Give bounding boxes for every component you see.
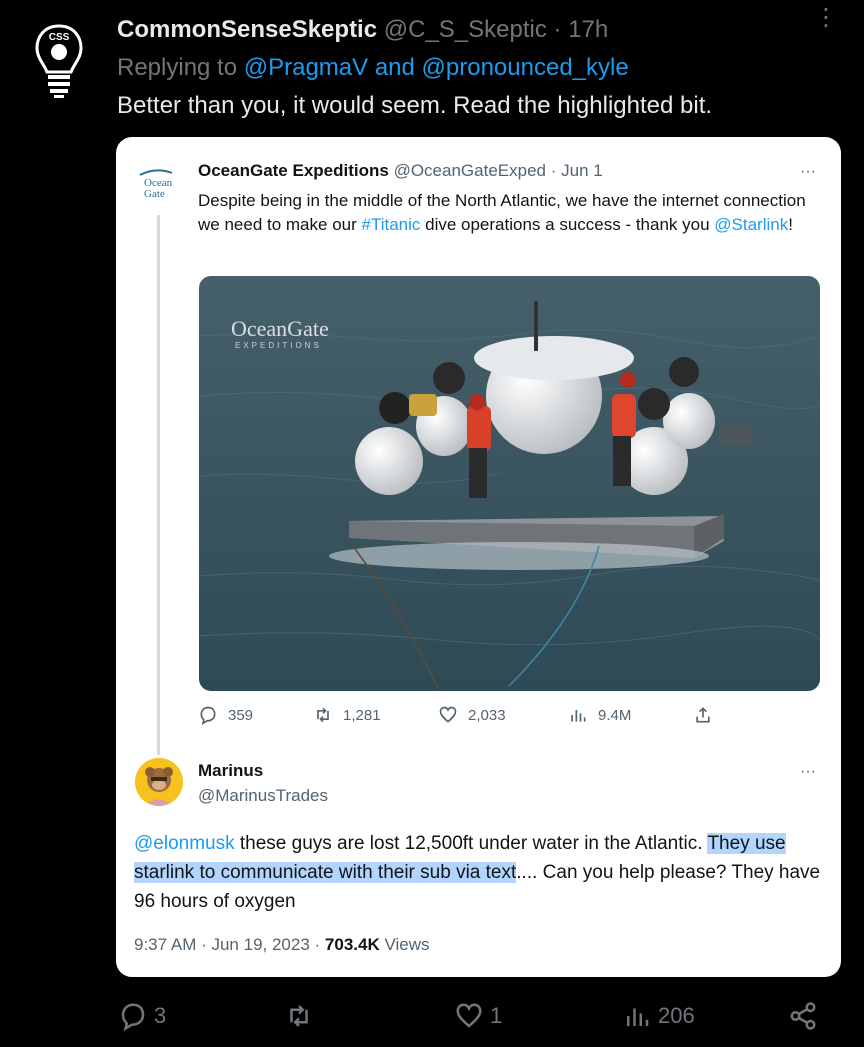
photo-watermark: OceanGate	[231, 316, 329, 341]
quoted-retweet-count: 1,281	[343, 706, 381, 724]
quoted-like-count: 2,033	[468, 706, 506, 724]
marinus-timestamp: 9:37 AM · Jun 19, 2023 ·	[134, 935, 325, 954]
marinus-name: Marinus	[198, 761, 264, 780]
reply-icon	[200, 706, 216, 725]
mention-link: @Starlink	[714, 215, 789, 234]
marinus-view-count: 703.4K	[324, 935, 380, 954]
svg-text:EXPEDITIONS: EXPEDITIONS	[235, 341, 322, 350]
views-button[interactable]: 206	[622, 996, 695, 1036]
more-options-icon[interactable]: ⋮	[814, 6, 838, 48]
author-name[interactable]: CommonSenseSkeptic	[117, 16, 377, 43]
quoted-retweet-stat: 1,281	[313, 705, 381, 725]
quoted-actions: 359 1,281 2,033 9.4M	[198, 705, 818, 731]
author-handle[interactable]: @C_S_Skeptic	[384, 16, 547, 43]
separator-dot: ·	[553, 16, 562, 43]
svg-text:Gate: Gate	[144, 188, 165, 200]
avatar-label: CSS	[49, 32, 70, 43]
share-button[interactable]	[788, 996, 818, 1036]
reply-header: CommonSenseSkeptic @C_S_Skeptic · 17h	[117, 16, 608, 44]
reply-button[interactable]: 3	[118, 996, 166, 1036]
marinus-handle: @MarinusTrades	[198, 786, 328, 805]
timestamp[interactable]: 17h	[568, 16, 608, 43]
marinus-avatar	[135, 758, 183, 806]
marinus-text: @elonmusk these guys are lost 12,500ft u…	[134, 833, 821, 912]
quoted-reply-count: 359	[228, 706, 254, 724]
reply-count: 3	[154, 1003, 167, 1028]
quoted-date: Jun 1	[561, 161, 603, 180]
quoted-dot: ·	[550, 161, 557, 180]
quoted-text: Despite being in the middle of the North…	[198, 191, 806, 234]
quoted-author-name: OceanGate Expeditions	[198, 161, 389, 180]
quoted-header: OceanGate Expeditions @OceanGateExped · …	[198, 161, 603, 181]
oceangate-logo: Ocean Gate	[136, 165, 176, 205]
hashtag-link: #Titanic	[361, 215, 421, 234]
views-icon	[571, 710, 586, 722]
like-count: 1	[490, 1003, 503, 1028]
retweet-button[interactable]	[284, 996, 314, 1036]
share-icon	[696, 707, 710, 723]
quoted-views-count: 9.4M	[598, 706, 632, 724]
heart-icon	[456, 1003, 482, 1028]
marinus-views-label: Views	[379, 935, 430, 954]
quoted-more-icon: ···	[800, 163, 816, 180]
replying-prefix: Replying to	[117, 54, 238, 81]
marinus-more-icon: ···	[800, 763, 816, 780]
reply-icon	[121, 1003, 145, 1031]
quoted-author-handle: @OceanGateExped	[393, 161, 546, 180]
views-icon	[627, 1008, 649, 1026]
tweet-actions: 3 1 206	[118, 996, 838, 1036]
submarine-photo: OceanGate EXPEDITIONS	[199, 276, 820, 691]
marinus-meta: 9:37 AM · Jun 19, 2023 · 703.4K Views	[134, 935, 430, 955]
replying-to: Replying to @PragmaV and @pronounced_kyl…	[117, 54, 629, 82]
replying-to-users[interactable]: @PragmaV and @pronounced_kyle	[244, 54, 629, 81]
quoted-reply-stat: 359	[198, 705, 253, 725]
views-count: 206	[658, 1003, 695, 1028]
retweet-icon	[317, 707, 329, 723]
heart-icon	[439, 706, 457, 723]
embedded-screenshot[interactable]: Ocean Gate OceanGate Expeditions @OceanG…	[116, 137, 841, 977]
avatar[interactable]: CSS	[34, 22, 84, 102]
quoted-share	[693, 705, 713, 725]
quoted-like-stat: 2,033	[438, 705, 506, 725]
like-button[interactable]: 1	[454, 996, 502, 1036]
thread-line	[157, 215, 160, 755]
elonmusk-mention: @elonmusk	[134, 833, 235, 854]
retweet-icon	[290, 1005, 308, 1027]
tweet-text: Better than you, it would seem. Read the…	[117, 92, 713, 119]
share-icon	[790, 1002, 816, 1030]
quoted-views-stat: 9.4M	[568, 705, 631, 725]
